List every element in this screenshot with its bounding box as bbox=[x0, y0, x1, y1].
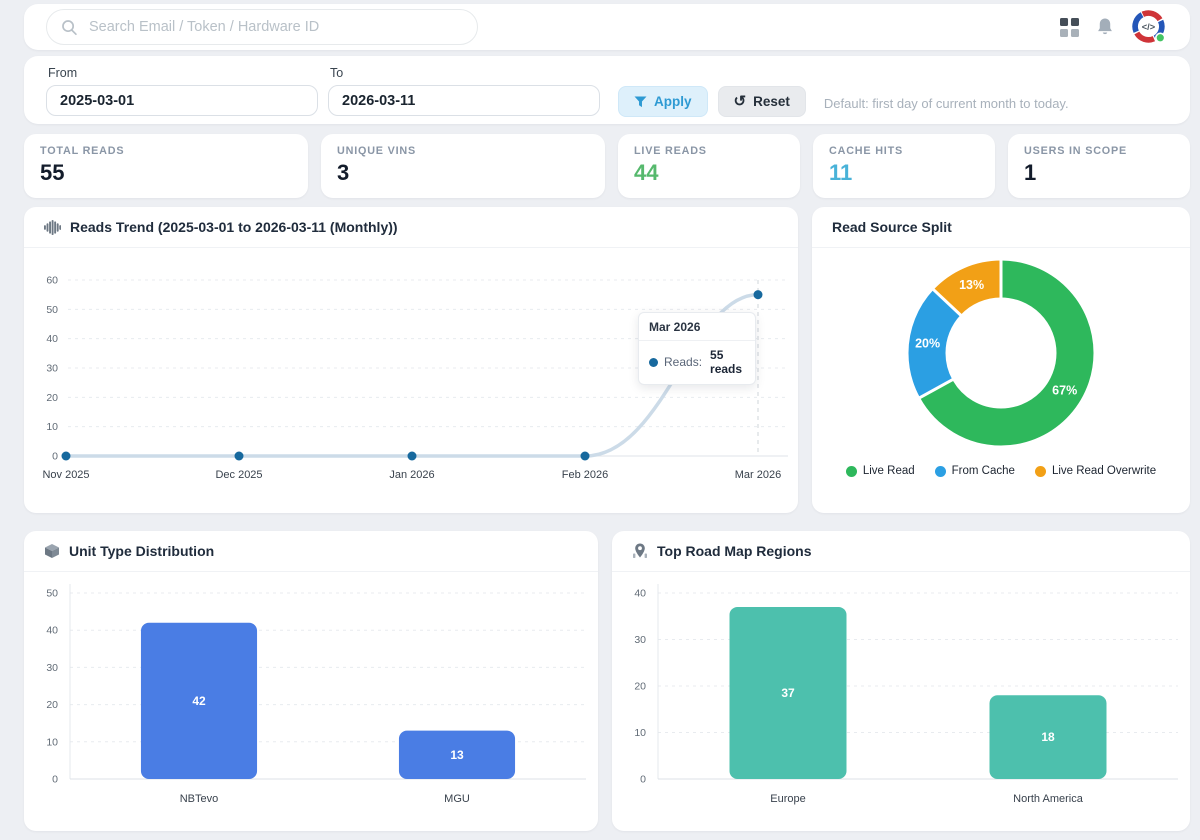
package-icon bbox=[44, 543, 60, 559]
svg-text:North America: North America bbox=[1013, 793, 1084, 805]
stat-value: 3 bbox=[337, 160, 589, 186]
svg-text:Feb 2026: Feb 2026 bbox=[562, 469, 608, 481]
svg-text:42: 42 bbox=[192, 694, 206, 708]
svg-text:37: 37 bbox=[781, 686, 795, 700]
svg-text:Europe: Europe bbox=[770, 793, 805, 805]
legend-dot bbox=[935, 466, 946, 477]
stat-value: 55 bbox=[40, 160, 292, 186]
search-input[interactable] bbox=[87, 18, 463, 36]
chart-tooltip: Mar 2026 Reads: 55 reads bbox=[638, 312, 756, 385]
svg-text:Mar 2026: Mar 2026 bbox=[735, 469, 781, 481]
search-icon bbox=[61, 19, 78, 36]
to-date-input[interactable] bbox=[328, 85, 600, 116]
stat-value: 1 bbox=[1024, 160, 1174, 186]
undo-icon: ↺ bbox=[734, 94, 747, 109]
svg-text:40: 40 bbox=[634, 588, 646, 600]
notifications-bell-icon[interactable] bbox=[1096, 17, 1114, 37]
date-filter-bar: From To Apply ↺ Reset Default: first day… bbox=[24, 56, 1190, 124]
svg-text:Jan 2026: Jan 2026 bbox=[389, 469, 434, 481]
svg-text:10: 10 bbox=[634, 727, 646, 739]
unit-type-card: Unit Type Distribution 0 10 20 30 40 50 42 NBTe… bbox=[24, 531, 598, 831]
search-box[interactable] bbox=[46, 9, 478, 45]
svg-text:10: 10 bbox=[46, 421, 58, 433]
svg-text:Dec 2025: Dec 2025 bbox=[215, 469, 262, 481]
reads-trend-card: Reads Trend (2025-03-01 to 2026-03-11 (M… bbox=[24, 207, 798, 513]
svg-text:MGU: MGU bbox=[444, 793, 470, 805]
road-map-regions-bar-chart[interactable]: 0 10 20 30 40 37 Europe 18 North America bbox=[612, 572, 1190, 827]
svg-text:13: 13 bbox=[450, 748, 464, 762]
read-source-donut-chart[interactable]: 67% 20% 13% bbox=[812, 248, 1190, 456]
stat-users-in-scope: USERS IN SCOPE 1 bbox=[1008, 134, 1190, 198]
svg-text:50: 50 bbox=[46, 588, 58, 600]
apps-grid-icon[interactable] bbox=[1060, 18, 1079, 37]
read-source-split-title: Read Source Split bbox=[832, 219, 952, 235]
svg-text:30: 30 bbox=[46, 662, 58, 674]
filter-default-hint: Default: first day of current month to t… bbox=[824, 96, 1069, 124]
legend-dot bbox=[846, 466, 857, 477]
stat-live-reads: LIVE READS 44 bbox=[618, 134, 800, 198]
svg-text:</>: </> bbox=[1142, 22, 1156, 32]
svg-text:18: 18 bbox=[1041, 730, 1055, 744]
reads-trend-title: Reads Trend (2025-03-01 to 2026-03-11 (M… bbox=[70, 219, 398, 235]
series-dot bbox=[649, 358, 658, 367]
header-actions: </> bbox=[1060, 9, 1168, 46]
svg-text:20%: 20% bbox=[915, 337, 940, 351]
dashboard-page: </> From To Apply ↺ Reset bbox=[0, 0, 1200, 839]
road-map-regions-card: Top Road Map Regions 0 10 20 30 40 37 Europe 18… bbox=[612, 531, 1190, 831]
svg-text:Nov 2025: Nov 2025 bbox=[42, 469, 89, 481]
stat-total-reads: TOTAL READS 55 bbox=[24, 134, 308, 198]
svg-text:67%: 67% bbox=[1052, 384, 1077, 398]
svg-text:20: 20 bbox=[46, 699, 58, 711]
stat-unique-vins: UNIQUE VINS 3 bbox=[321, 134, 605, 198]
svg-text:50: 50 bbox=[46, 304, 58, 316]
svg-text:20: 20 bbox=[46, 392, 58, 404]
svg-text:NBTevo: NBTevo bbox=[180, 793, 219, 805]
svg-text:13%: 13% bbox=[959, 278, 984, 292]
stat-cache-hits: CACHE HITS 11 bbox=[813, 134, 995, 198]
to-label: To bbox=[330, 66, 600, 80]
legend-dot bbox=[1035, 466, 1046, 477]
waveform-icon bbox=[44, 219, 61, 236]
online-status-dot bbox=[1156, 33, 1165, 42]
svg-text:40: 40 bbox=[46, 333, 58, 345]
road-map-regions-title: Top Road Map Regions bbox=[657, 543, 812, 559]
svg-text:0: 0 bbox=[640, 774, 646, 786]
unit-type-title: Unit Type Distribution bbox=[69, 543, 214, 559]
svg-text:40: 40 bbox=[46, 625, 58, 637]
apply-button[interactable]: Apply bbox=[618, 86, 708, 117]
reset-button[interactable]: ↺ Reset bbox=[718, 86, 806, 117]
user-avatar[interactable]: </> bbox=[1131, 9, 1168, 46]
from-label: From bbox=[48, 66, 318, 80]
svg-text:0: 0 bbox=[52, 774, 58, 786]
filter-funnel-icon bbox=[634, 96, 647, 108]
svg-text:10: 10 bbox=[46, 736, 58, 748]
from-date-input[interactable] bbox=[46, 85, 318, 116]
legend-item[interactable]: Live Read Overwrite bbox=[1035, 465, 1156, 477]
top-bar: </> bbox=[24, 4, 1190, 50]
read-source-split-card: Read Source Split 67% 20% 13% Live Read Fro… bbox=[812, 207, 1190, 513]
stats-row: TOTAL READS 55 UNIQUE VINS 3 LIVE READS … bbox=[24, 134, 1190, 198]
svg-text:30: 30 bbox=[46, 363, 58, 375]
stat-value: 44 bbox=[634, 160, 784, 186]
stat-value: 11 bbox=[829, 160, 979, 186]
svg-text:60: 60 bbox=[46, 275, 58, 287]
svg-text:30: 30 bbox=[634, 634, 646, 646]
map-pin-icon bbox=[632, 543, 648, 559]
unit-type-bar-chart[interactable]: 0 10 20 30 40 50 42 NBTevo 13 MGU bbox=[24, 572, 598, 827]
svg-text:20: 20 bbox=[634, 681, 646, 693]
legend-item[interactable]: From Cache bbox=[935, 465, 1015, 477]
svg-text:0: 0 bbox=[52, 451, 58, 463]
donut-legend: Live Read From Cache Live Read Overwrite bbox=[812, 465, 1190, 477]
legend-item[interactable]: Live Read bbox=[846, 465, 915, 477]
